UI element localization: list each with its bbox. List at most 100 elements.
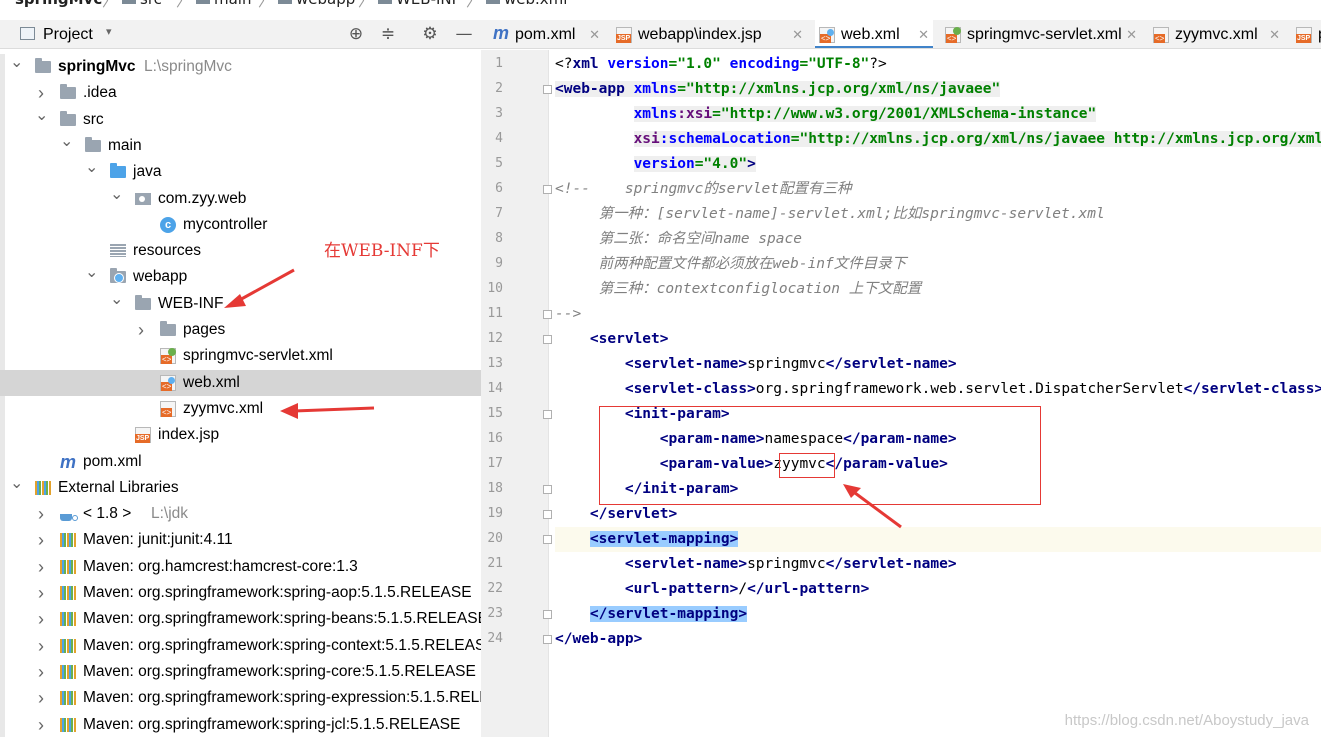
collapse-icon[interactable]: ≑ — [378, 24, 398, 44]
fold-marker-icon[interactable] — [543, 185, 552, 194]
tree-item-pages[interactable]: › pages — [0, 317, 481, 343]
chevron-right-icon[interactable]: › — [35, 606, 47, 632]
chevron-right-icon[interactable]: › — [35, 580, 47, 606]
chevron-down-icon[interactable]: ⌄ — [85, 264, 98, 282]
close-icon[interactable]: ✕ — [589, 20, 600, 48]
code-line[interactable]: --> — [555, 302, 1321, 327]
chevron-right-icon[interactable]: › — [35, 80, 47, 106]
chevron-right-icon[interactable]: › — [35, 554, 47, 580]
fold-marker-icon[interactable] — [543, 535, 552, 544]
close-icon[interactable]: ✕ — [792, 20, 803, 48]
tree-item-1-8[interactable]: › < 1.8 > L:\jdk — [0, 501, 481, 527]
tab-springmvc-servlet-xml[interactable]: springmvc-servlet.xml✕ — [941, 20, 1141, 48]
fold-marker-icon[interactable] — [543, 85, 552, 94]
code-token: 前两种配置文件都必须放在web-inf文件目录下 — [555, 256, 907, 272]
close-icon[interactable]: ✕ — [1126, 20, 1137, 48]
code-line[interactable]: <servlet-mapping> — [555, 527, 1321, 552]
chevron-right-icon[interactable]: › — [35, 659, 47, 685]
tab-zyymvc-xml[interactable]: zyymvc.xml ✕ — [1149, 20, 1284, 48]
tree-item-maven-org-springframework-spring-aop-5-1-5-release[interactable]: › Maven: org.springframework:spring-aop:5… — [0, 580, 481, 606]
tree-item-external-libraries[interactable]: ⌄ External Libraries — [0, 475, 481, 501]
tree-item-com-zyy-web[interactable]: ⌄ com.zyy.web — [0, 186, 481, 212]
tree-item-main[interactable]: ⌄ main — [0, 133, 481, 159]
code-line[interactable]: <?xml version="1.0" encoding="UTF-8"?> — [555, 52, 1321, 77]
chevron-down-icon[interactable]: ⌄ — [10, 54, 23, 72]
breadcrumb-item-springmvc[interactable]: springMvc — [15, 0, 102, 8]
chevron-down-icon[interactable]: ⌄ — [10, 475, 23, 493]
close-icon[interactable]: ✕ — [918, 20, 929, 48]
code-line[interactable]: version="4.0"> — [555, 152, 1321, 177]
chevron-right-icon[interactable]: › — [135, 317, 147, 343]
code-line[interactable]: 前两种配置文件都必须放在web-inf文件目录下 — [555, 252, 1321, 277]
fold-marker-icon[interactable] — [543, 310, 552, 319]
tree-item-maven-org-springframework-spring-jcl-5-1-5-release[interactable]: › Maven: org.springframework:spring-jcl:5… — [0, 712, 481, 737]
tree-item-pom-xml[interactable]: m pom.xml — [0, 449, 481, 475]
chevron-right-icon[interactable]: › — [35, 501, 47, 527]
breadcrumb-item-web-inf[interactable]: WEB-INF — [396, 0, 460, 8]
fold-marker-icon[interactable] — [543, 510, 552, 519]
breadcrumb-item-src[interactable]: src — [140, 0, 162, 8]
code-line[interactable]: 第二张：命名空间name space — [555, 227, 1321, 252]
fold-marker-icon[interactable] — [543, 335, 552, 344]
fold-marker-icon[interactable] — [543, 485, 552, 494]
tree-item-maven-org-springframework-spring-core-5-1-5-release[interactable]: › Maven: org.springframework:spring-core:… — [0, 659, 481, 685]
tree-item-java[interactable]: ⌄ java — [0, 159, 481, 185]
tree-item-zyymvc-xml[interactable]: zyymvc.xml — [0, 396, 481, 422]
tab-webapp-index-jsp[interactable]: webapp\index.jsp ✕ — [612, 20, 807, 48]
minimize-icon[interactable]: — — [454, 24, 474, 44]
fold-marker-icon[interactable] — [543, 410, 552, 419]
chevron-right-icon[interactable]: › — [35, 712, 47, 737]
chevron-down-icon[interactable]: ⌄ — [85, 159, 98, 177]
gear-icon[interactable]: ⚙ — [420, 24, 440, 44]
chevron-down-icon[interactable]: ⌄ — [35, 107, 48, 125]
code-line[interactable]: </web-app> — [555, 627, 1321, 652]
tree-item-src[interactable]: ⌄ src — [0, 107, 481, 133]
chevron-right-icon[interactable]: › — [35, 527, 47, 553]
code-line[interactable]: <!-- springmvc的servlet配置有三种 — [555, 177, 1321, 202]
tree-item-idea[interactable]: › .idea — [0, 80, 481, 106]
tree-item-maven-org-springframework-spring-beans-5-1-5-release[interactable]: › Maven: org.springframework:spring-beans… — [0, 606, 481, 632]
code-line[interactable]: <servlet> — [555, 327, 1321, 352]
code-line[interactable]: 第一种：[servlet-name]-servlet.xml;比如springm… — [555, 202, 1321, 227]
tree-item-maven-org-springframework-spring-expression-5-1-5-release[interactable]: › Maven: org.springframework:spring-expre… — [0, 685, 481, 711]
code-editor[interactable]: 1 2 3 4 5 6 7 8 9 10 11 12 13 14 15 16 17 18 19 20 21 22 23 24 … — [481, 50, 1321, 737]
code-line[interactable]: xsi:schemaLocation="http://xmlns.jcp.org… — [555, 127, 1321, 152]
code-line[interactable]: <web-app xmlns="http://xmlns.jcp.org/xml… — [555, 77, 1321, 102]
tab-web-xml[interactable]: web.xml ✕ — [815, 20, 933, 48]
code-line[interactable]: xmlns:xsi="http://www.w3.org/2001/XMLSch… — [555, 102, 1321, 127]
tree-item-maven-org-hamcrest-hamcrest-core-1-3[interactable]: › Maven: org.hamcrest:hamcrest-core:1.3 — [0, 554, 481, 580]
code-line[interactable]: <servlet-class>org.springframework.web.s… — [555, 377, 1321, 402]
project-panel-title[interactable]: Project — [43, 20, 93, 49]
tree-item-label: External Libraries — [58, 478, 179, 496]
dropdown-chevron-icon[interactable]: ▾ — [106, 25, 112, 38]
chevron-down-icon[interactable]: ⌄ — [60, 133, 73, 151]
tab-pom-xml[interactable]: m pom.xml ✕ — [489, 20, 604, 48]
code-token: version — [607, 56, 669, 72]
code-line[interactable]: </servlet> — [555, 502, 1321, 527]
code-line[interactable]: 第三种：contextconfiglocation 上下文配置 — [555, 277, 1321, 302]
breadcrumb-item-webapp[interactable]: webapp — [296, 0, 355, 8]
chevron-down-icon[interactable]: ⌄ — [110, 186, 123, 204]
chevron-right-icon[interactable]: › — [35, 633, 47, 659]
tree-item-maven-junit-junit-4-11[interactable]: › Maven: junit:junit:4.11 — [0, 527, 481, 553]
fold-marker-icon[interactable] — [543, 610, 552, 619]
code-line[interactable]: <servlet-name>springmvc</servlet-name> — [555, 552, 1321, 577]
tree-item-springmvc-servlet-xml[interactable]: springmvc-servlet.xml — [0, 343, 481, 369]
tree-item-springmvc[interactable]: ⌄ springMvc L:\springMvc — [0, 54, 481, 80]
project-view-icon[interactable] — [20, 27, 35, 40]
fold-marker-icon[interactable] — [543, 635, 552, 644]
crosshair-icon[interactable]: ⊕ — [346, 24, 366, 44]
tree-item-mycontroller[interactable]: c mycontroller — [0, 212, 481, 238]
code-line[interactable]: <url-pattern>/</url-pattern> — [555, 577, 1321, 602]
chevron-down-icon[interactable]: ⌄ — [110, 291, 123, 309]
close-icon[interactable]: ✕ — [1269, 20, 1280, 48]
tree-item-maven-org-springframework-spring-context-5-1-5-release[interactable]: › Maven: org.springframework:spring-conte… — [0, 633, 481, 659]
chevron-right-icon[interactable]: › — [35, 685, 47, 711]
tree-item-web-xml[interactable]: web.xml — [0, 369, 481, 396]
code-line[interactable]: <servlet-name>springmvc</servlet-name> — [555, 352, 1321, 377]
code-line[interactable]: </servlet-mapping> — [555, 602, 1321, 627]
breadcrumb-item-web-xml[interactable]: web.xml — [504, 0, 567, 8]
breadcrumb-item-main[interactable]: main — [214, 0, 251, 8]
tree-item-index-jsp[interactable]: index.jsp — [0, 422, 481, 448]
tab-pa[interactable]: pa — [1292, 20, 1321, 48]
